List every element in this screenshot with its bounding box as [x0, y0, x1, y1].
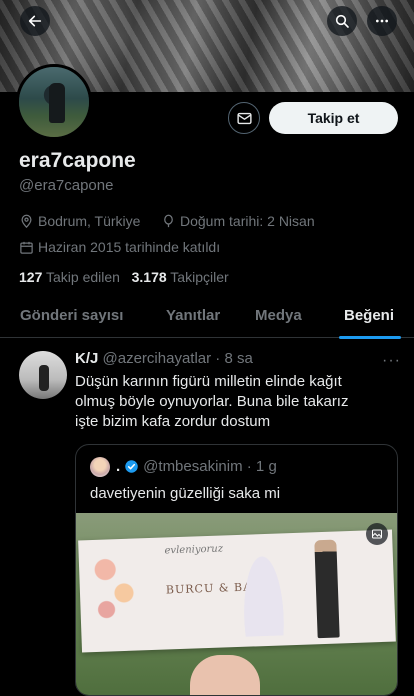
follow-counts: 127 Takip edilen 3.178 Takipçiler	[19, 269, 229, 285]
card-script-text: evleniyoruz	[164, 543, 224, 557]
post-author-name[interactable]: K/J	[75, 350, 98, 367]
flower-decoration	[86, 544, 150, 627]
post-time[interactable]: · 8 sa	[215, 350, 253, 367]
post-author-avatar[interactable]	[19, 351, 67, 399]
hand-figure	[190, 655, 260, 695]
display-name: era7capone	[19, 149, 136, 172]
followers-label: Takipçiler	[170, 269, 229, 285]
quote-time: · 1 g	[246, 458, 277, 475]
more-button[interactable]	[367, 6, 397, 36]
post-more-button[interactable]: ···	[382, 352, 401, 370]
search-button[interactable]	[327, 6, 357, 36]
quote-author-avatar	[90, 457, 110, 477]
verified-badge-icon	[125, 460, 138, 473]
post-text-line: işte bizim kafa zordur dostum	[75, 413, 271, 430]
bride-figure	[238, 545, 288, 637]
more-icon	[376, 19, 388, 23]
calendar-icon	[20, 241, 33, 254]
tab-likes[interactable]: Beğeni	[344, 307, 394, 324]
envelope-icon	[236, 112, 252, 124]
back-arrow-icon	[28, 15, 42, 27]
quote-author-handle: @tmbesakinim	[143, 458, 243, 475]
media-badge	[366, 523, 388, 545]
quote-media-image[interactable]: evleniyoruz BURCU & BAR	[76, 513, 397, 695]
follow-button[interactable]: Takip et	[269, 102, 398, 134]
joined-text: Haziran 2015 tarihinde katıldı	[38, 239, 221, 255]
tab-media[interactable]: Medya	[255, 307, 302, 324]
joined-date: Haziran 2015 tarihinde katıldı	[19, 239, 220, 255]
message-button[interactable]	[228, 102, 260, 134]
search-icon	[335, 14, 349, 28]
quoted-post[interactable]: . @tmbesakinim · 1 g davetiyenin güzelli…	[75, 444, 398, 696]
birthday: Doğum tarihi: 2 Nisan	[161, 213, 315, 229]
post-text-line: olmuş böyle oynuyorlar. Buna bile takarı…	[75, 393, 349, 410]
post-header: K/J @azercihayatlar · 8 sa	[75, 350, 253, 367]
following-count: 127	[19, 269, 43, 285]
quote-author-name: .	[116, 458, 121, 475]
post-text: Düşün karının figürü milletin elinde kağ…	[75, 372, 405, 432]
post-author-handle[interactable]: @azercihayatlar	[103, 350, 212, 367]
followers-count: 3.178	[131, 269, 167, 285]
quote-text: davetiyenin güzelliği saka mi	[90, 485, 281, 502]
quote-header: . @tmbesakinim · 1 g	[116, 458, 277, 475]
tab-posts[interactable]: Gönderi sayısı	[20, 307, 123, 324]
post-text-line: Düşün karının figürü milletin elinde kağ…	[75, 373, 342, 390]
location: Bodrum, Türkiye	[19, 213, 140, 229]
avatar-image	[19, 67, 89, 137]
active-tab-indicator	[339, 336, 401, 339]
followers-link[interactable]: 3.178 Takipçiler	[132, 269, 229, 285]
back-button[interactable]	[20, 6, 50, 36]
balloon-icon	[164, 214, 173, 227]
profile-tabs: Gönderi sayısı Yanıtlar Medya Beğeni	[0, 298, 414, 338]
following-label: Takip edilen	[46, 269, 120, 285]
following-link[interactable]: 127 Takip edilen	[19, 269, 120, 285]
image-icon	[372, 529, 382, 539]
profile-handle: @era7capone	[19, 177, 114, 194]
groom-figure	[314, 539, 340, 639]
location-text: Bodrum, Türkiye	[38, 213, 141, 229]
tab-replies[interactable]: Yanıtlar	[166, 307, 220, 324]
location-pin-icon	[21, 214, 32, 228]
profile-avatar[interactable]	[16, 64, 92, 140]
invitation-card: evleniyoruz BURCU & BAR	[78, 529, 396, 653]
birthday-text: Doğum tarihi: 2 Nisan	[180, 213, 315, 229]
